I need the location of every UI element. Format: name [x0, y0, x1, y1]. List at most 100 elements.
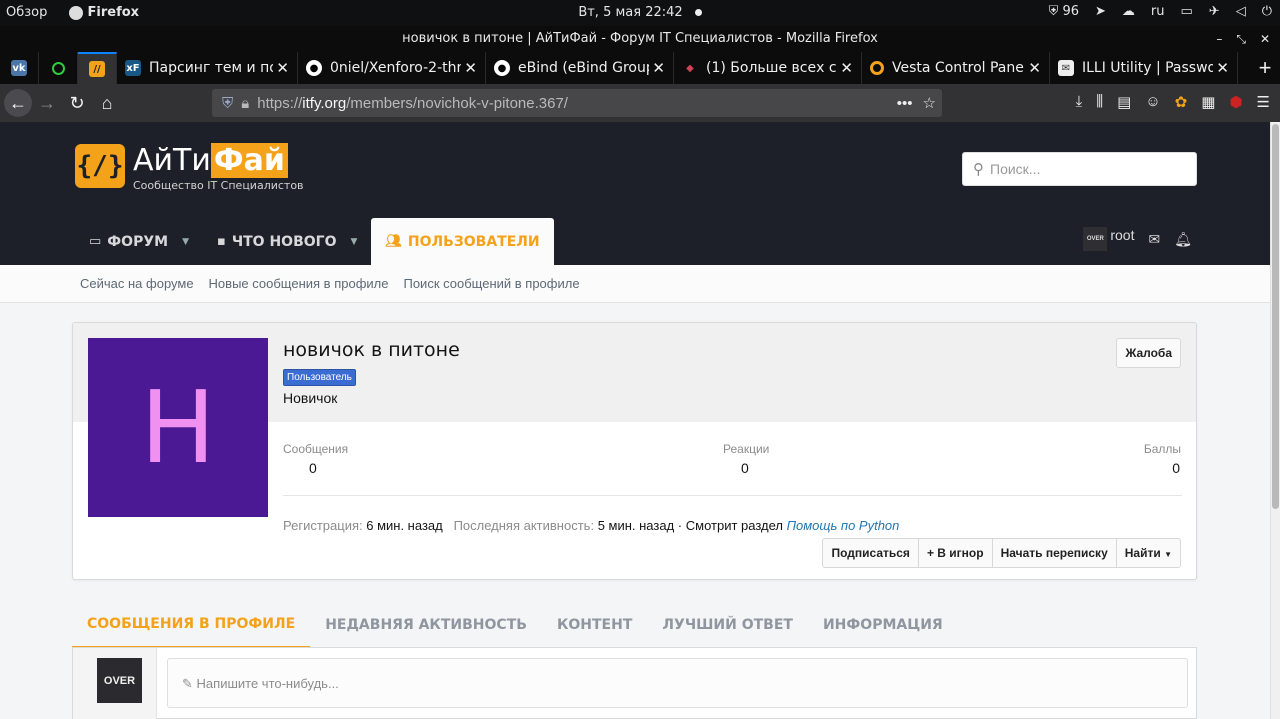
close-icon[interactable]: ✕ — [273, 59, 289, 77]
inbox-icon[interactable]: ✉ — [1148, 231, 1160, 248]
site-search-input[interactable]: ⚲ Поиск... — [962, 152, 1197, 186]
compose-sidebar: OVER — [73, 648, 157, 719]
tab-pinned-2[interactable] — [39, 52, 78, 84]
user-area: OVER root ✉ 🔔︎ — [1083, 227, 1192, 251]
tab-strip: vk // xF Парсинг тем и поль ✕ ● 0niel/Xenfo… — [0, 52, 1280, 84]
home-button[interactable]: ⌂ — [92, 88, 122, 118]
account-icon[interactable]: ☺ — [1145, 93, 1160, 111]
grid-icon[interactable]: ▦ — [1201, 93, 1215, 111]
tab-github-xenforo[interactable]: ● 0niel/Xenforo-2-thre ✕ — [298, 52, 486, 84]
close-icon[interactable]: ✕ — [649, 59, 665, 77]
close-window-icon[interactable]: ✕ — [1260, 26, 1270, 52]
tab-github-ebind[interactable]: ● eBind (eBind Group) ✕ — [486, 52, 674, 84]
last-activity-value: 5 мин. назад — [597, 518, 675, 533]
ignore-button[interactable]: + В игнор — [917, 538, 993, 568]
tab-content[interactable]: КОНТЕНТ — [542, 602, 647, 648]
window-titlebar: новичок в питоне | АйТиФай - Форум IT Сп… — [0, 26, 1280, 52]
profile-post-input[interactable]: ✎ Напишите что-нибудь... — [167, 658, 1188, 708]
cloud-icon[interactable]: ☁ — [1122, 4, 1135, 19]
page-actions-icon[interactable]: ••• — [897, 95, 913, 112]
tab-pinned-vk[interactable]: vk — [0, 52, 39, 84]
sub-nav: Сейчас на форуме Новые сообщения в профи… — [0, 265, 1270, 303]
stat-reactions-label: Реакции — [723, 442, 770, 456]
profile-actions: Подписаться + В игнор Начать переписку Н… — [822, 538, 1181, 568]
notification-dot-icon — [694, 9, 702, 16]
nav-tab-whats-new[interactable]: ▪ ЧТО НОВОГО ▼ — [203, 218, 371, 265]
shield-indicator[interactable]: ⛨ 96 — [1049, 4, 1079, 19]
profile-post-compose: OVER ✎ Напишите что-нибудь... — [72, 648, 1197, 719]
compose-avatar[interactable]: OVER — [97, 658, 142, 703]
menu-icon[interactable]: ☰ — [1257, 93, 1270, 111]
reload-button[interactable]: ↻ — [62, 88, 92, 118]
watching-link[interactable]: Помощь по Python — [787, 518, 900, 533]
tab-label: ILLI Utility | Passwo — [1082, 60, 1217, 76]
telegram-icon[interactable]: ➤ — [1095, 4, 1106, 19]
divider — [283, 495, 1182, 496]
find-label: Найти — [1124, 546, 1161, 560]
report-button[interactable]: Жалоба — [1116, 338, 1181, 368]
tab-label: eBind (eBind Group) — [518, 60, 661, 76]
start-conversation-button[interactable]: Начать переписку — [991, 538, 1117, 568]
close-icon[interactable]: ✕ — [1025, 59, 1041, 77]
stat-reactions-value[interactable]: 0 — [741, 460, 749, 476]
forward-button[interactable]: → — [32, 88, 62, 118]
follow-button[interactable]: Подписаться — [822, 538, 919, 568]
lock-icon[interactable]: 🔒︎ — [241, 95, 249, 112]
volume-icon[interactable]: ◁ — [1236, 4, 1246, 19]
download-icon[interactable]: ⤓ — [1076, 93, 1083, 111]
stat-messages-label: Сообщения — [283, 442, 349, 456]
stat-points-value[interactable]: 0 — [1172, 460, 1180, 476]
tab-best-answer[interactable]: ЛУЧШИЙ ОТВЕТ — [647, 602, 808, 648]
close-icon[interactable]: ✕ — [1213, 59, 1229, 77]
tab-profile-posts[interactable]: СООБЩЕНИЯ В ПРОФИЛЕ — [72, 602, 311, 648]
bookmark-star-icon[interactable]: ☆ — [923, 94, 936, 112]
tracking-shield-icon[interactable]: ⛨ — [222, 95, 233, 112]
site-logo[interactable]: {/} АйТи Фай Сообщество IT Специалистов — [75, 143, 304, 192]
profile-card: Н новичок в питоне Пользователь Новичок … — [72, 322, 1197, 580]
tab-pinned-itfy[interactable]: // — [78, 52, 117, 84]
airplane-icon[interactable]: ✈ — [1209, 4, 1220, 19]
library-icon[interactable]: ⫼ — [1096, 93, 1103, 111]
scrollbar-thumb[interactable] — [1272, 124, 1279, 509]
user-menu[interactable]: OVER root — [1083, 227, 1134, 251]
clock[interactable]: Вт, 5 мая 22:42 — [578, 5, 682, 20]
nav-tab-users[interactable]: 👥︎ ПОЛЬЗОВАТЕЛИ — [371, 218, 554, 265]
stat-messages-value[interactable]: 0 — [309, 460, 317, 476]
minimize-icon[interactable]: – — [1216, 26, 1222, 52]
close-icon[interactable]: ✕ — [461, 59, 477, 77]
find-dropdown-button[interactable]: Найти ▼ — [1115, 538, 1181, 568]
chevron-down-icon[interactable]: ▼ — [182, 237, 189, 247]
new-tab-button[interactable]: + — [1250, 52, 1280, 84]
compose-placeholder: Напишите что-нибудь... — [196, 676, 339, 691]
bell-icon[interactable]: 🔔︎ — [1174, 231, 1192, 248]
last-activity-label: Последняя активность: — [453, 518, 595, 533]
habr-icon: ◆ — [686, 62, 694, 74]
screen-icon[interactable]: ▭ — [1181, 4, 1193, 19]
restore-icon[interactable]: ⤡ — [1236, 26, 1246, 52]
reader-view-icon[interactable]: ▤ — [1117, 93, 1131, 111]
user-avatar: OVER — [1083, 227, 1108, 251]
tab-illi[interactable]: ✉ ILLI Utility | Passwo ✕ — [1050, 52, 1238, 84]
close-icon[interactable]: ✕ — [837, 59, 853, 77]
tab-parsing[interactable]: xF Парсинг тем и поль ✕ — [117, 52, 298, 84]
subnav-link-online[interactable]: Сейчас на форуме — [80, 276, 194, 291]
tab-recent-activity[interactable]: НЕДАВНЯЯ АКТИВНОСТЬ — [310, 602, 542, 648]
tab-information[interactable]: ИНФОРМАЦИЯ — [808, 602, 958, 648]
extension-icon[interactable]: ✿ — [1175, 93, 1188, 111]
language-indicator[interactable]: ru — [1151, 4, 1165, 19]
tab-label: Vesta Control Panel — [892, 60, 1028, 76]
subnav-link-new-posts[interactable]: Новые сообщения в профиле — [209, 276, 389, 291]
tab-vesta[interactable]: Vesta Control Panel ✕ — [862, 52, 1050, 84]
illi-icon: ✉ — [1058, 60, 1074, 76]
nav-label: ЧТО НОВОГО — [231, 233, 337, 250]
power-icon[interactable]: ⏻ — [1262, 4, 1272, 19]
profile-avatar[interactable]: Н — [88, 338, 268, 517]
chevron-down-icon[interactable]: ▼ — [350, 237, 357, 247]
reg-value: 6 мин. назад — [366, 518, 443, 533]
ublock-icon[interactable]: ⬢ — [1229, 93, 1242, 111]
tab-habr[interactable]: ◆ (1) Больше всех со ✕ — [674, 52, 862, 84]
nav-tab-forum[interactable]: ▭ ФОРУМ ▼ — [75, 218, 203, 265]
back-button[interactable]: ← — [4, 89, 32, 117]
subnav-link-search[interactable]: Поиск сообщений в профиле — [403, 276, 579, 291]
url-bar[interactable]: ⛨ 🔒︎ https://itfy.org/members/novichok-v… — [212, 89, 942, 117]
